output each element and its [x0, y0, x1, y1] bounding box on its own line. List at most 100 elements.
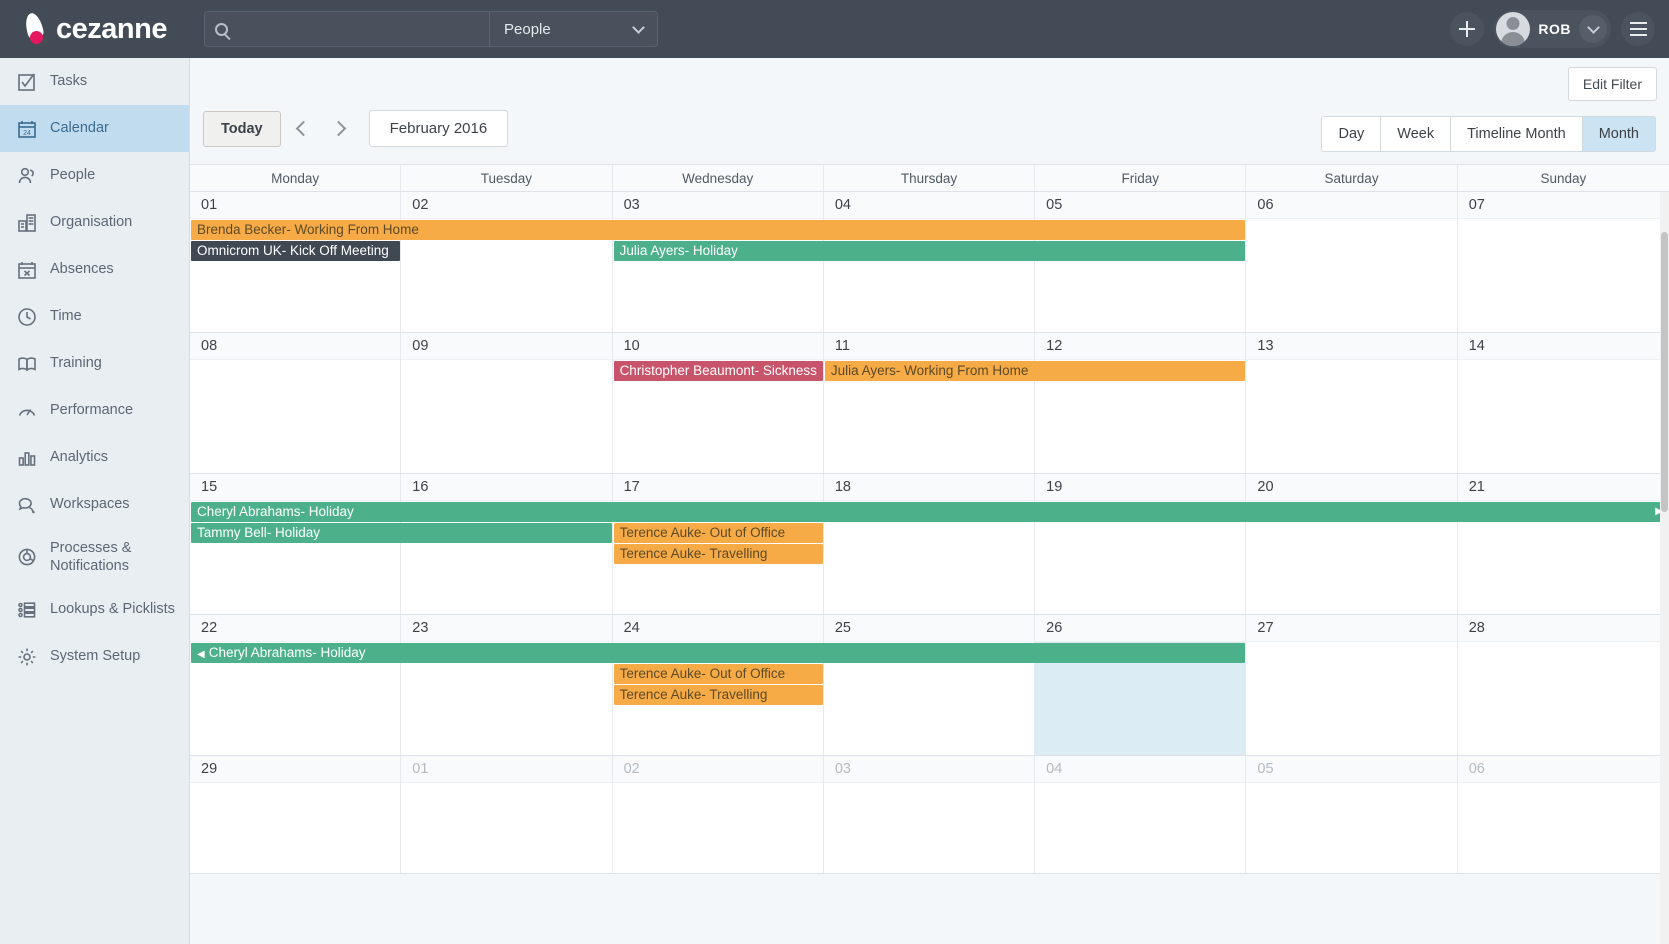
day-cell-05[interactable]: 05: [1246, 756, 1458, 873]
calendar-week-row: 15161718192021Cheryl Abrahams- Holiday▶ T…: [190, 474, 1669, 615]
svg-text:24: 24: [23, 130, 31, 137]
sidebar-nav: Tasks 24 Calendar People Organisation Absence…: [0, 58, 190, 944]
day-number: 20: [1246, 474, 1457, 501]
sidebar-item-label: System Setup: [50, 648, 141, 665]
week-day-cells: 08 09 10 11 12 13 14: [190, 333, 1669, 473]
day-cell-01[interactable]: 01: [401, 756, 613, 873]
day-cell-03[interactable]: 03: [823, 756, 1036, 873]
day-cell-15[interactable]: 15: [190, 474, 402, 614]
sidebar-item-processes-notifications[interactable]: Processes & Notifications: [0, 528, 189, 586]
sidebar-item-analytics[interactable]: Analytics: [0, 434, 189, 481]
day-number: 21: [1457, 474, 1669, 501]
prev-month-button[interactable]: [285, 111, 319, 147]
day-cell-20[interactable]: 20: [1246, 474, 1458, 614]
sidebar-item-people[interactable]: People: [0, 152, 189, 199]
main-menu-button[interactable]: [1621, 12, 1655, 46]
day-of-week-thursday: Thursday: [824, 165, 1036, 191]
day-of-week-wednesday: Wednesday: [613, 165, 824, 191]
day-cell-21[interactable]: 21: [1457, 474, 1669, 614]
day-cell-19[interactable]: 19: [1035, 474, 1247, 614]
sidebar-item-lookups-picklists[interactable]: Lookups & Picklists: [0, 586, 189, 633]
calendar-week-row: 01 02 03 04 05 06 07 Brenda Becker- Working Fro…: [190, 192, 1669, 333]
day-cell-27[interactable]: 27: [1246, 615, 1458, 755]
sidebar-item-absences[interactable]: Absences: [0, 246, 189, 293]
day-cell-04[interactable]: 04: [1035, 756, 1247, 873]
day-number: 12: [1035, 333, 1246, 360]
sidebar-item-system-setup[interactable]: System Setup: [0, 633, 189, 680]
calendar-event[interactable]: Terence Auke- Travelling: [613, 544, 823, 564]
day-cell-28[interactable]: 28: [1457, 615, 1669, 755]
day-cell-22[interactable]: 22: [190, 615, 402, 755]
calendar-event[interactable]: Tammy Bell- Holiday: [191, 523, 612, 543]
calendar-event[interactable]: Terence Auke- Out of Office: [613, 523, 823, 543]
search-input[interactable]: [236, 21, 476, 37]
day-cell-14[interactable]: 14: [1457, 333, 1669, 473]
add-button[interactable]: [1450, 12, 1485, 46]
view-button-month[interactable]: Month: [1582, 117, 1655, 151]
calendar-event[interactable]: Terence Auke- Travelling: [613, 685, 823, 705]
day-cell-04[interactable]: 04: [823, 192, 1036, 332]
calendar-event[interactable]: Cheryl Abrahams- Holiday▶: [191, 502, 1668, 522]
day-cell-11[interactable]: 11: [823, 333, 1036, 473]
day-cell-29[interactable]: 29: [190, 756, 402, 873]
day-cell-08[interactable]: 08: [190, 333, 402, 473]
day-cell-01[interactable]: 01: [190, 192, 402, 332]
edit-filter-button[interactable]: Edit Filter: [1567, 67, 1657, 101]
sidebar-item-workspaces[interactable]: Workspaces: [0, 481, 189, 528]
calendar-event[interactable]: Julia Ayers- Holiday: [613, 241, 1246, 261]
sidebar-item-time[interactable]: Time: [0, 293, 189, 340]
sidebar-item-calendar[interactable]: 24 Calendar: [0, 105, 189, 152]
search-icon: [215, 22, 228, 36]
day-number: 09: [401, 333, 612, 360]
day-number: 02: [401, 192, 612, 219]
event-continues-left-icon: ◀: [197, 649, 205, 660]
calendar-event[interactable]: Terence Auke- Out of Office: [613, 664, 823, 684]
search-scope-label: People: [504, 20, 551, 38]
today-button[interactable]: Today: [203, 110, 281, 147]
calendar-event[interactable]: Brenda Becker- Working From Home: [191, 220, 1246, 240]
day-cell-06[interactable]: 06: [1246, 192, 1458, 332]
week-day-cells: 22 23 24 25 26 27 28: [190, 615, 1669, 755]
user-menu[interactable]: ROB: [1494, 10, 1611, 48]
current-period-label[interactable]: February 2016: [368, 110, 509, 147]
search-field-wrap[interactable]: [205, 12, 490, 46]
view-button-week[interactable]: Week: [1381, 117, 1452, 151]
sidebar-item-performance[interactable]: Performance: [0, 387, 189, 434]
next-month-button[interactable]: [323, 111, 357, 147]
day-cell-25[interactable]: 25: [823, 615, 1036, 755]
user-name: ROB: [1538, 21, 1571, 37]
calendar-event[interactable]: Christopher Beaumont- Sickness: [613, 361, 823, 381]
day-cell-10[interactable]: 10: [612, 333, 824, 473]
calendar-event[interactable]: Omnicrom UK- Kick Off Meeting: [191, 241, 401, 261]
calendar-event[interactable]: ◀ Cheryl Abrahams- Holiday: [191, 643, 1246, 663]
day-cell-26[interactable]: 26: [1035, 615, 1247, 755]
user-chevron-down-icon[interactable]: [1579, 15, 1607, 43]
sidebar-item-training[interactable]: Training: [0, 340, 189, 387]
day-cell-18[interactable]: 18: [823, 474, 1036, 614]
calendar-toolbar: Today February 2016 Day Week Timeline Mont…: [190, 106, 1669, 164]
day-of-week-sunday: Sunday: [1540, 170, 1587, 186]
brand-logo[interactable]: cezanne: [0, 11, 190, 46]
day-cell-05[interactable]: 05: [1035, 192, 1247, 332]
calendar-event[interactable]: Julia Ayers- Working From Home: [824, 361, 1246, 381]
day-cell-23[interactable]: 23: [401, 615, 613, 755]
scrollbar-thumb[interactable]: [1661, 232, 1668, 512]
day-cell-07[interactable]: 07: [1457, 192, 1669, 332]
day-number: 04: [1035, 756, 1246, 783]
day-cell-06[interactable]: 06: [1457, 756, 1669, 873]
day-cell-16[interactable]: 16: [401, 474, 613, 614]
day-cell-09[interactable]: 09: [401, 333, 613, 473]
view-button-day[interactable]: Day: [1322, 117, 1382, 151]
sidebar-item-tasks[interactable]: Tasks: [0, 58, 189, 105]
search-scope-dropdown[interactable]: People: [490, 12, 657, 46]
view-button-timeline-month[interactable]: Timeline Month: [1451, 117, 1583, 151]
day-cell-03[interactable]: 03: [612, 192, 824, 332]
sidebar-item-organisation[interactable]: Organisation: [0, 199, 189, 246]
day-cell-02[interactable]: 02: [612, 756, 824, 873]
day-cell-02[interactable]: 02: [401, 192, 613, 332]
day-number: 13: [1246, 333, 1457, 360]
day-cell-13[interactable]: 13: [1246, 333, 1458, 473]
day-cell-12[interactable]: 12: [1035, 333, 1247, 473]
vertical-scrollbar[interactable]: [1660, 192, 1669, 944]
sidebar-item-label: Calendar: [50, 120, 109, 137]
